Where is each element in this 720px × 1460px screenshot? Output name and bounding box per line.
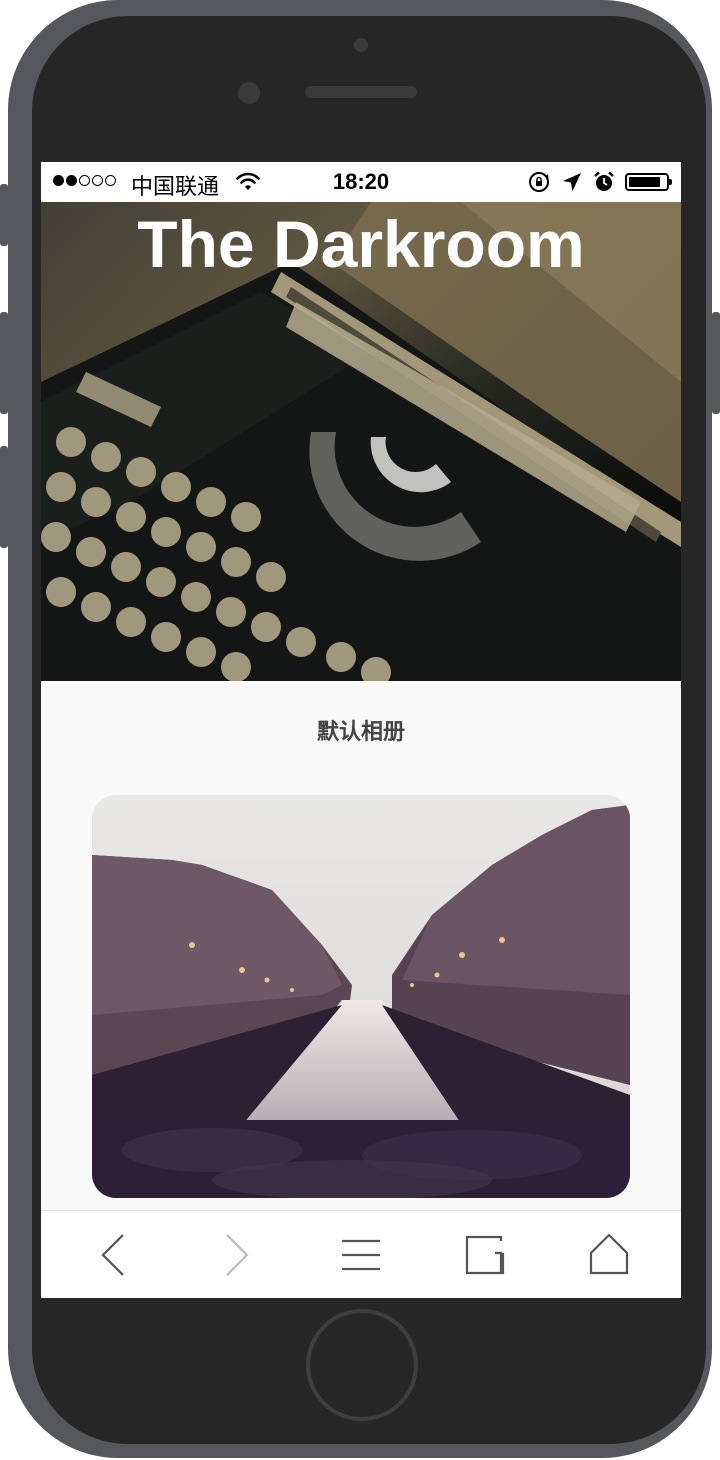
browser-toolbar bbox=[41, 1210, 681, 1298]
side-button-volume-up bbox=[0, 312, 8, 414]
canal-city-photo bbox=[92, 795, 630, 1198]
screen: 中国联通 18:20 The Darkroom 默认相册 bbox=[41, 162, 681, 1298]
status-bar: 中国联通 18:20 bbox=[41, 162, 681, 202]
side-button-volume-down bbox=[0, 446, 8, 548]
menu-icon[interactable] bbox=[337, 1231, 385, 1279]
proximity-sensor bbox=[238, 82, 260, 104]
home-icon[interactable] bbox=[585, 1231, 633, 1279]
status-icons bbox=[527, 170, 672, 194]
side-button-mute bbox=[0, 184, 8, 246]
earpiece-speaker bbox=[305, 86, 417, 98]
side-button-power bbox=[712, 312, 720, 414]
tabs-icon[interactable] bbox=[461, 1231, 509, 1279]
home-button[interactable] bbox=[306, 1309, 418, 1421]
location-arrow-icon bbox=[563, 173, 581, 191]
hero-image-typewriter: The Darkroom bbox=[41, 202, 681, 681]
album-title: 默认相册 bbox=[316, 720, 405, 745]
alarm-icon bbox=[594, 171, 614, 191]
orientation-lock-icon bbox=[529, 172, 549, 192]
battery-tip bbox=[669, 179, 672, 185]
back-chevron-icon[interactable] bbox=[89, 1231, 137, 1279]
battery-level bbox=[629, 177, 660, 187]
battery-icon bbox=[625, 173, 672, 191]
album-photo-card[interactable] bbox=[92, 795, 630, 1198]
site-title: The Darkroom bbox=[137, 207, 585, 281]
forward-chevron-icon[interactable] bbox=[213, 1231, 261, 1279]
front-camera bbox=[354, 38, 368, 52]
